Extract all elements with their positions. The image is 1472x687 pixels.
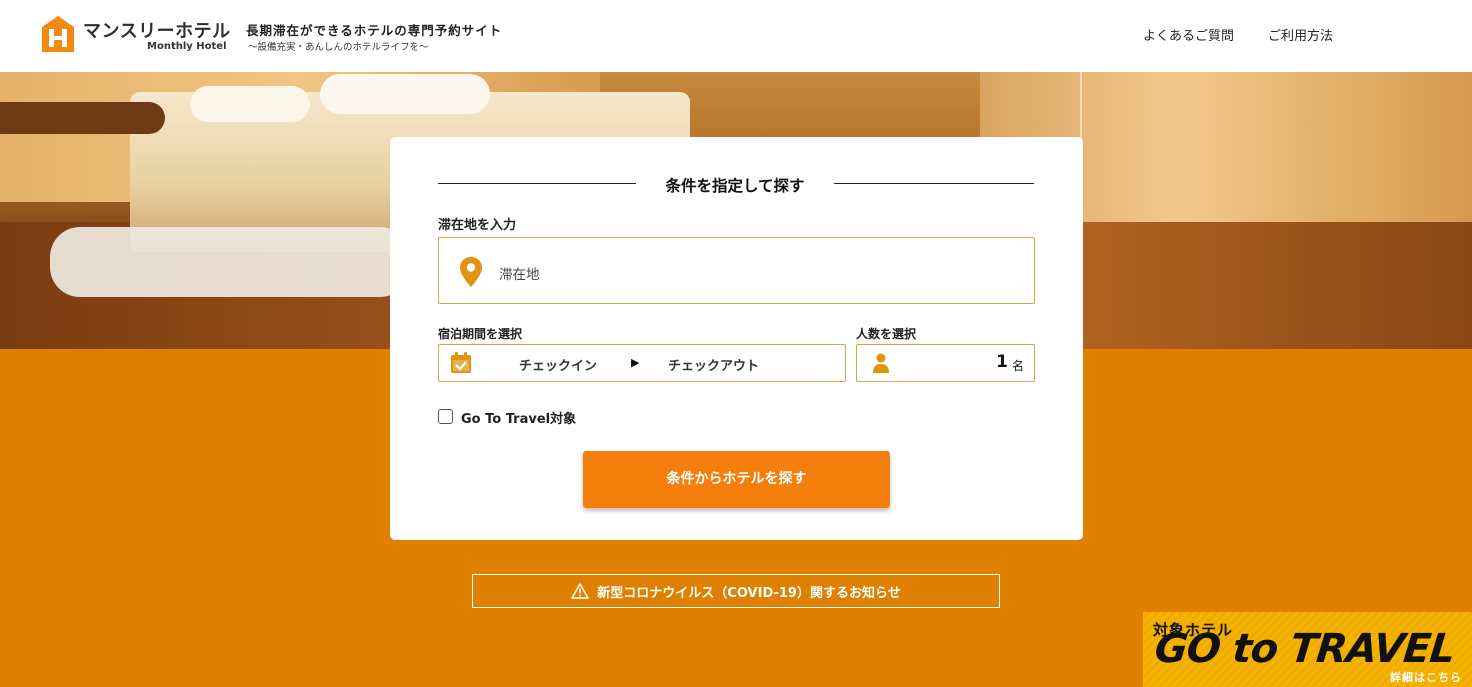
warning-triangle-icon — [571, 583, 590, 599]
site-tagline-sub: 〜設備充実・あんしんのホテルライフを〜 — [248, 42, 429, 53]
people-unit: 名 — [1011, 359, 1024, 373]
nav-howto-link[interactable]: ご利用方法 — [1268, 25, 1333, 44]
people-select[interactable]: 1 名 — [856, 344, 1035, 382]
date-range-picker[interactable]: チェックイン ▶ チェックアウト — [438, 344, 846, 382]
person-icon — [873, 353, 889, 373]
people-count: 1 — [996, 352, 1008, 372]
hero-pillow — [190, 86, 310, 122]
people-label: 人数を選択 — [856, 327, 917, 341]
site-header: マンスリーホテル Monthly Hotel 長期滞在ができるホテルの専門予約サ… — [0, 0, 1472, 72]
hero-side-table — [0, 102, 165, 134]
checkout-field[interactable]: チェックアウト — [668, 355, 759, 374]
banner-logo-text: GO to TRAVEL — [1152, 626, 1457, 672]
covid-notice-text: 新型コロナウイルス（COVID-19）関するお知らせ — [597, 585, 901, 601]
checkin-field[interactable]: チェックイン — [519, 355, 597, 374]
goto-travel-label[interactable]: Go To Travel対象 — [461, 408, 576, 427]
map-pin-icon — [460, 257, 482, 287]
area-label: 滞在地を入力 — [438, 218, 517, 233]
site-tagline: 長期滞在ができるホテルの専門予約サイト — [246, 23, 503, 38]
logo-subtitle: Monthly Hotel — [147, 41, 227, 52]
area-input[interactable]: 滞在地 — [438, 237, 1035, 304]
goto-travel-checkbox[interactable] — [438, 409, 453, 424]
hero-glass-partition — [1080, 72, 1472, 182]
title-divider-left — [438, 183, 636, 184]
logo-name[interactable]: マンスリーホテル — [83, 17, 231, 43]
search-card-title: 条件を指定して探す — [665, 177, 805, 195]
search-submit-button[interactable]: 条件からホテルを探す — [583, 451, 890, 508]
nav-faq-link[interactable]: よくあるご質問 — [1143, 25, 1234, 44]
date-label: 宿泊期間を選択 — [438, 327, 523, 341]
hero-rug — [50, 227, 410, 297]
goto-travel-banner[interactable]: 対象ホテル GO to TRAVEL 詳細はこちら — [1143, 612, 1472, 687]
logo-h-icon[interactable] — [40, 15, 76, 53]
banner-more-link[interactable]: 詳細はこちら — [1390, 669, 1462, 685]
covid-notice-link[interactable]: 新型コロナウイルス（COVID-19）関するお知らせ — [472, 574, 1000, 608]
calendar-check-icon — [451, 352, 471, 373]
search-card: 条件を指定して探す 滞在地を入力 滞在地 宿泊期間を選択 チェックイン ▶ チェ… — [390, 137, 1083, 540]
title-divider-right — [834, 183, 1034, 184]
area-placeholder: 滞在地 — [499, 267, 540, 283]
hero-pillow — [320, 74, 490, 114]
arrow-right-icon: ▶ — [631, 356, 640, 369]
